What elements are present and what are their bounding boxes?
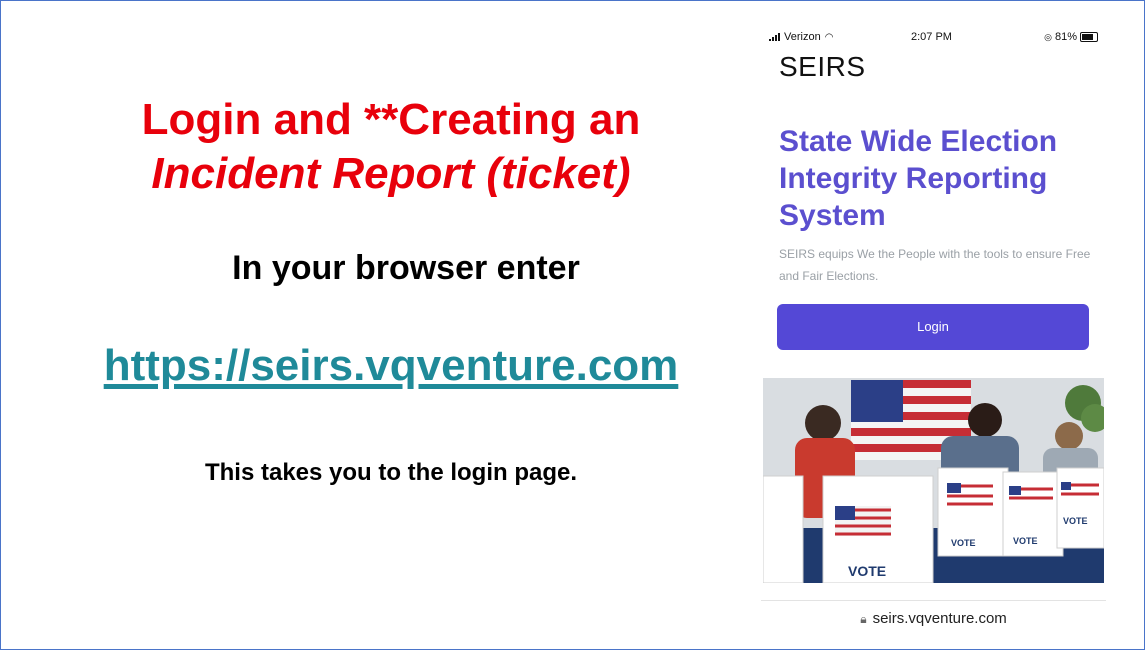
hero-title: State Wide Election Integrity Reporting … xyxy=(779,125,1058,232)
voters-photo: VOTE VOTE VOTE VOTE xyxy=(763,378,1104,583)
slide: Login and **Creating an Incident Report … xyxy=(0,0,1145,650)
signal-icon xyxy=(769,33,780,41)
booth-vote-label: VOTE xyxy=(951,538,976,548)
voting-booths-image: VOTE VOTE VOTE VOTE xyxy=(763,378,1104,583)
title-line-1: Login and **Creating an xyxy=(141,95,641,144)
title-line-2: Incident Report (ticket) xyxy=(151,149,631,198)
booth-vote-label: VOTE xyxy=(848,563,886,579)
battery-percent: 81% xyxy=(1054,31,1077,43)
note-text: This takes you to the login page. xyxy=(204,459,578,486)
instruction-text: In your browser enter xyxy=(232,249,580,287)
status-time: 2:07 PM xyxy=(911,31,952,43)
battery-indicator: ◎ 81% xyxy=(1044,31,1098,43)
carrier-name: Verizon xyxy=(784,31,821,43)
slide-title: Login and **Creating an Incident Report … xyxy=(61,93,721,201)
address-text: seirs.vqventure.com xyxy=(872,610,1007,627)
carrier-indicator: Verizon ◠ xyxy=(769,31,833,43)
login-button[interactable]: Login xyxy=(777,304,1089,350)
phone-screenshot: Verizon ◠ 2:07 PM ◎ 81% SEIRS State Wide… xyxy=(761,23,1106,638)
lock-icon: 🔒︎ xyxy=(860,612,867,626)
wifi-icon: ◠ xyxy=(824,31,834,43)
seirs-url-link[interactable]: https://seirs.vqventure.com xyxy=(61,341,721,391)
site-logo[interactable]: SEIRS xyxy=(779,51,866,83)
battery-icon xyxy=(1080,32,1098,42)
browser-address-bar[interactable]: 🔒︎ seirs.vqventure.com xyxy=(761,600,1106,637)
hero-subtitle: SEIRS equips We the People with the tool… xyxy=(779,247,1091,283)
booth-vote-label: VOTE xyxy=(1063,516,1088,526)
location-icon: ◎ xyxy=(1044,31,1052,42)
status-bar: Verizon ◠ 2:07 PM ◎ 81% xyxy=(761,31,1106,49)
booth-vote-label: VOTE xyxy=(1013,536,1038,546)
